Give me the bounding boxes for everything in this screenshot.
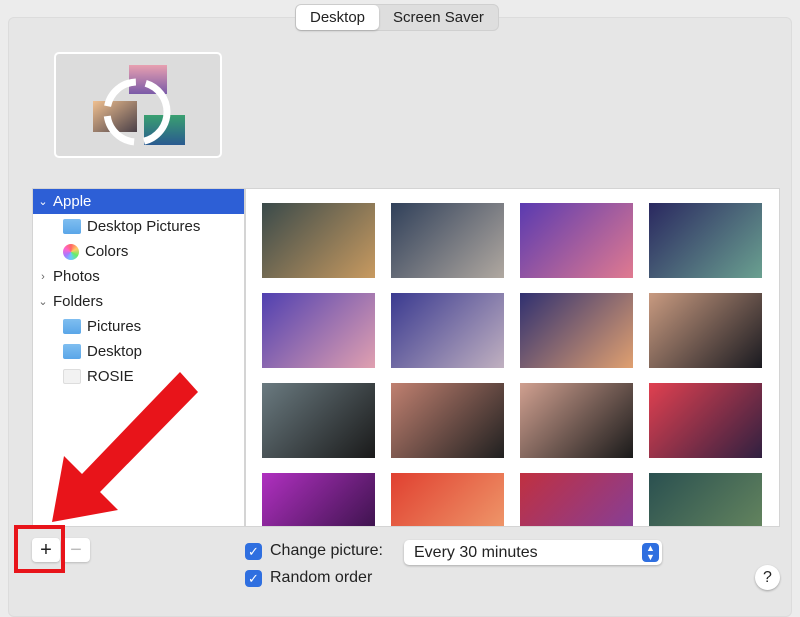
change-picture-label: Change picture: — [270, 542, 383, 559]
change-picture-checkbox[interactable]: ✓ — [245, 543, 262, 560]
tab-desktop[interactable]: Desktop — [296, 5, 380, 30]
chevron-updown-icon: ▲ ▼ — [642, 543, 659, 562]
random-order-checkbox[interactable]: ✓ — [245, 570, 262, 587]
tab-screen-saver[interactable]: Screen Saver — [379, 5, 498, 30]
help-button[interactable]: ? — [755, 565, 780, 590]
interval-select[interactable]: Every 30 minutes ▲ ▼ — [404, 540, 662, 565]
annotation-arrow — [52, 372, 198, 522]
tab-bar: Desktop Screen Saver — [295, 4, 499, 31]
random-order-label: Random order — [270, 569, 373, 586]
interval-value: Every 30 minutes — [414, 544, 538, 561]
